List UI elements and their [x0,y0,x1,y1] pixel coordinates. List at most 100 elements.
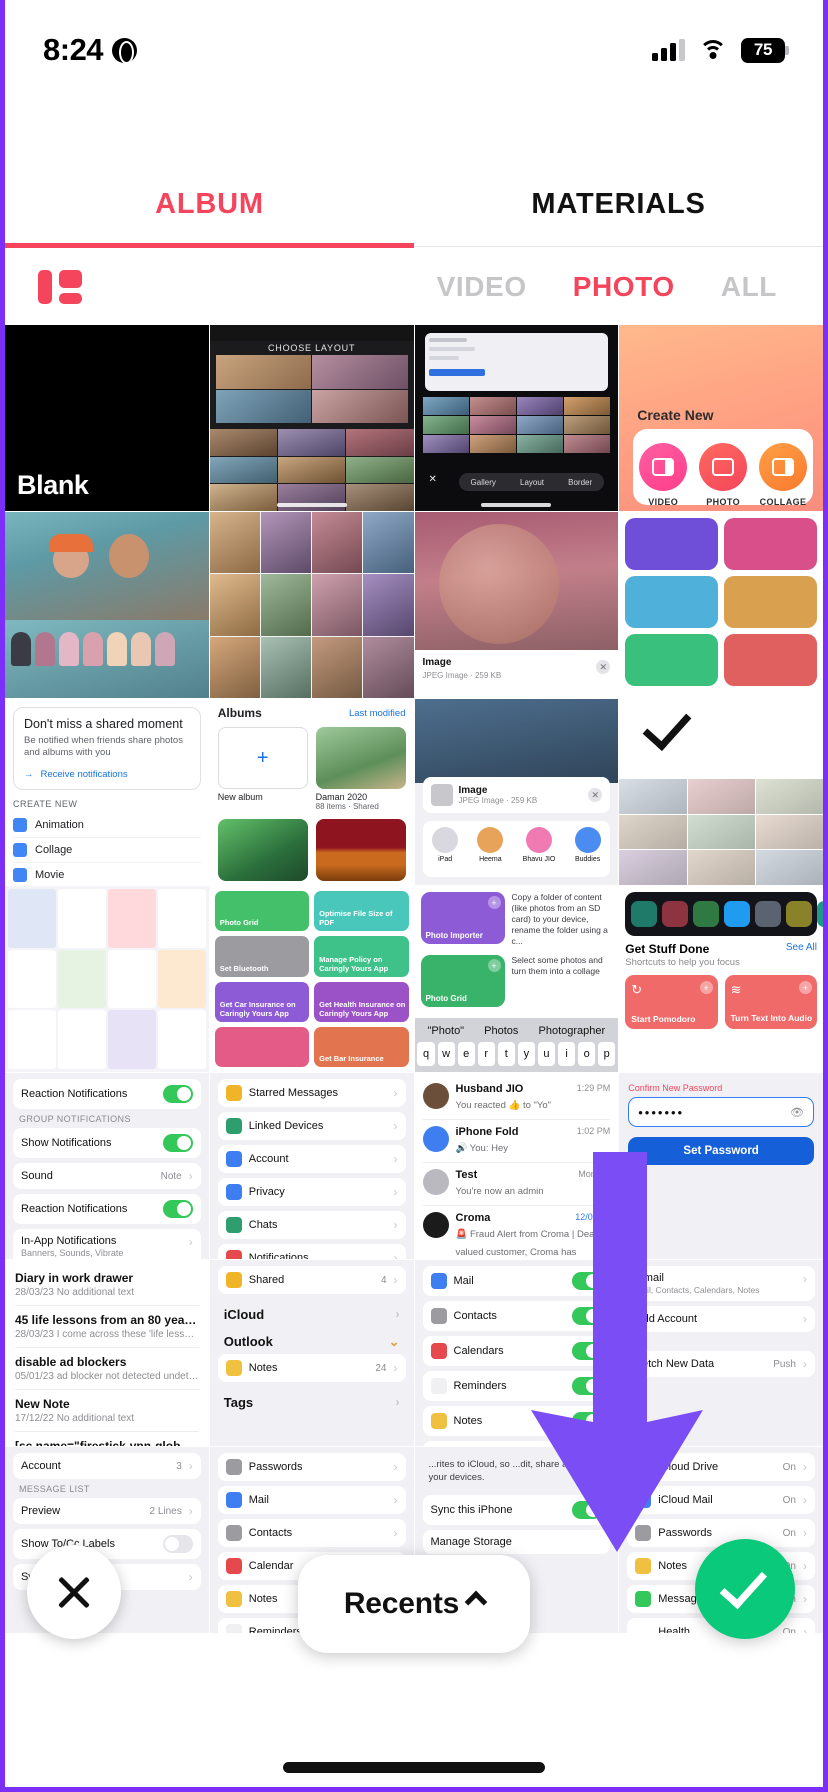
create-new-video[interactable]: VIDEO [639,443,688,507]
row-outlook[interactable]: Outlook ⌄ [218,1326,406,1354]
row-notes-folder[interactable]: Notes 24 › [217,1354,406,1382]
thumbnail-portrait[interactable]: Image JPEG Image · 259 KB ✕ [414,512,619,698]
create-new-photo[interactable]: PHOTO [699,443,748,507]
close-icon[interactable]: ✕ [588,788,603,802]
thumbnail-shortcut-tiles[interactable]: Photo Grid Optimise File Size of PDF Set… [209,886,414,1072]
share-target-bhavu[interactable]: Bhavu JIO [523,827,555,863]
key-q[interactable]: q [417,1042,435,1066]
add-icon[interactable]: + [799,981,812,994]
thumbnail-notes-settings[interactable]: Shared 4 › iCloud › Outlook ⌄ Notes 24 › [209,1260,414,1446]
thumbnail-shortcuts-detail[interactable]: Photo Importer + Copy a folder of conten… [414,886,619,1072]
thumbnail-notification-settings[interactable]: Reaction Notifications GROUP NOTIFICATIO… [5,1073,209,1259]
thumbnail-layout-editor[interactable]: CHOOSE LAYOUT [209,325,414,511]
row-notifications[interactable]: Notifications › [217,1244,406,1259]
share-target-heema[interactable]: Heema [477,827,504,863]
row-icloud[interactable]: iCloud › [218,1299,406,1326]
gp-create-animation[interactable]: Animation [13,813,201,838]
note-row[interactable]: 45 life lessons from an 80 year old man.… [15,1306,199,1348]
row-in-app-notifications[interactable]: In-App Notifications Banners, Sounds, Vi… [13,1229,201,1259]
editor-tab-border[interactable]: Border [568,478,592,487]
toggle[interactable] [162,1535,193,1553]
thumbnail-google-photos-share[interactable]: Don't miss a shared moment Be notified w… [5,699,209,885]
share-target-buddies[interactable]: Buddies [574,827,601,863]
tab-materials[interactable]: MATERIALS [414,160,823,248]
row-starred-messages[interactable]: Starred Messages › [217,1079,406,1107]
editor-tab-gallery[interactable]: Gallery [471,478,496,487]
key-o[interactable]: o [578,1042,596,1066]
mail-row[interactable]: Husband JIO 1:29 PM You reacted 👍 to "Yo" [422,1077,611,1120]
share-moment-card[interactable]: Don't miss a shared moment Be notified w… [13,707,201,790]
filter-all[interactable]: ALL [721,271,777,303]
row-mail[interactable]: Mail › [217,1486,406,1514]
row-chats[interactable]: Chats › [217,1211,406,1239]
thumbnail-event-collage[interactable] [209,512,414,698]
key-y[interactable]: y [517,1042,535,1066]
note-row[interactable]: [sc name="firestick-vpn-global" ][/sc] 0… [15,1432,199,1446]
album-tile-daman[interactable]: Daman 2020 88 items · Shared [315,727,406,811]
kbd-suggestion-1[interactable]: "Photo" [428,1025,465,1037]
see-all-link[interactable]: See All [786,942,817,953]
row-account[interactable]: Account › [217,1145,406,1173]
key-i[interactable]: i [558,1042,576,1066]
toggle[interactable] [162,1085,193,1103]
gp-create-collage[interactable]: Collage [13,838,201,863]
close-button[interactable] [27,1545,121,1639]
eye-icon[interactable]: 👁 [790,1106,804,1119]
editor-tab-layout[interactable]: Layout [520,478,544,487]
row-privacy[interactable]: Privacy › [217,1178,406,1206]
key-w[interactable]: w [437,1042,455,1066]
thumbnail-albums[interactable]: Albums Last modified + New album Daman 2… [209,699,414,885]
tab-album[interactable]: ALBUM [5,160,414,248]
row-shared[interactable]: Shared 4 › [217,1266,406,1294]
thumbnail-family-photo[interactable] [5,512,209,698]
add-icon[interactable]: + [487,959,501,973]
row-reaction-notifications[interactable]: Reaction Notifications [13,1079,201,1109]
row-preview[interactable]: Preview 2 Lines › [13,1498,201,1524]
albums-sort[interactable]: Last modified [349,708,406,719]
thumbnail-get-stuff-done[interactable]: See All Get Stuff Done Shortcuts to help… [619,886,823,1072]
row-linked-devices[interactable]: Linked Devices › [217,1112,406,1140]
keyboard[interactable]: "Photo" Photos Photographer q w e r t y … [414,1018,619,1072]
kbd-suggestion-3[interactable]: Photographer [539,1025,606,1037]
recents-button[interactable]: Recents [298,1555,530,1653]
thumbnail-notes-list[interactable]: Diary in work drawer 28/03/23 No additio… [5,1260,209,1446]
row-show-notifications[interactable]: Show Notifications [13,1128,201,1158]
add-icon[interactable]: + [699,981,713,994]
row-reaction-notifications-2[interactable]: Reaction Notifications [13,1194,201,1224]
key-u[interactable]: u [537,1042,556,1066]
thumbnail-photo-editor[interactable]: ✕ Gallery Layout Border [414,325,619,511]
toggle[interactable] [162,1200,193,1218]
thumbnail-whatsapp-settings[interactable]: Starred Messages › Linked Devices › Acco… [209,1073,414,1259]
thumbnail-file-share-sheet[interactable]: Image JPEG Image · 259 KB ✕ iPad Heema B… [414,699,619,885]
grid-layout-icon[interactable] [38,268,82,306]
add-icon[interactable]: + [487,896,501,909]
album-new[interactable]: + New album [217,727,308,811]
tile-start-pomodoro[interactable]: ↻ + Start Pomodoro [625,975,718,1029]
key-r[interactable]: r [477,1042,495,1066]
row-passwords[interactable]: Passwords › [217,1453,406,1481]
thumbnail-selection-check[interactable] [619,699,823,885]
gp-create-movie[interactable]: Movie [13,863,201,885]
keyboard-row[interactable]: q w e r t y u i o p [417,1042,616,1066]
toggle[interactable] [162,1134,193,1152]
note-row[interactable]: New Note 17/12/22 No additional text [15,1390,199,1432]
album-tile-wallpapers[interactable]: Wallpapers 2 items [315,819,406,885]
tile-turn-text-into-audio[interactable]: ≋ + Turn Text Into Audio [724,975,817,1029]
confirm-button[interactable] [695,1539,795,1639]
key-e[interactable]: e [457,1042,475,1066]
row-account-count[interactable]: Account 3 › [13,1453,201,1479]
kbd-suggestion-2[interactable]: Photos [484,1025,518,1037]
key-t[interactable]: t [497,1042,515,1066]
thumbnail-blank[interactable]: Blank [5,325,209,511]
password-input[interactable]: ••••••• 👁 [628,1097,814,1127]
row-sound[interactable]: Sound Note › [13,1163,201,1189]
row-contacts[interactable]: Contacts › [217,1519,406,1547]
filter-photo[interactable]: PHOTO [573,271,675,303]
row-tags[interactable]: Tags › [218,1387,406,1414]
filter-video[interactable]: VIDEO [437,271,527,303]
thumbnail-shortcuts-grid[interactable] [619,512,823,698]
share-card-action[interactable]: → Receive notifications [24,769,190,780]
row-show-to-cc-labels[interactable]: Show To/Cc Labels [13,1529,201,1559]
note-row[interactable]: Diary in work drawer 28/03/23 No additio… [15,1264,199,1306]
album-tile-photo[interactable] [217,819,308,885]
